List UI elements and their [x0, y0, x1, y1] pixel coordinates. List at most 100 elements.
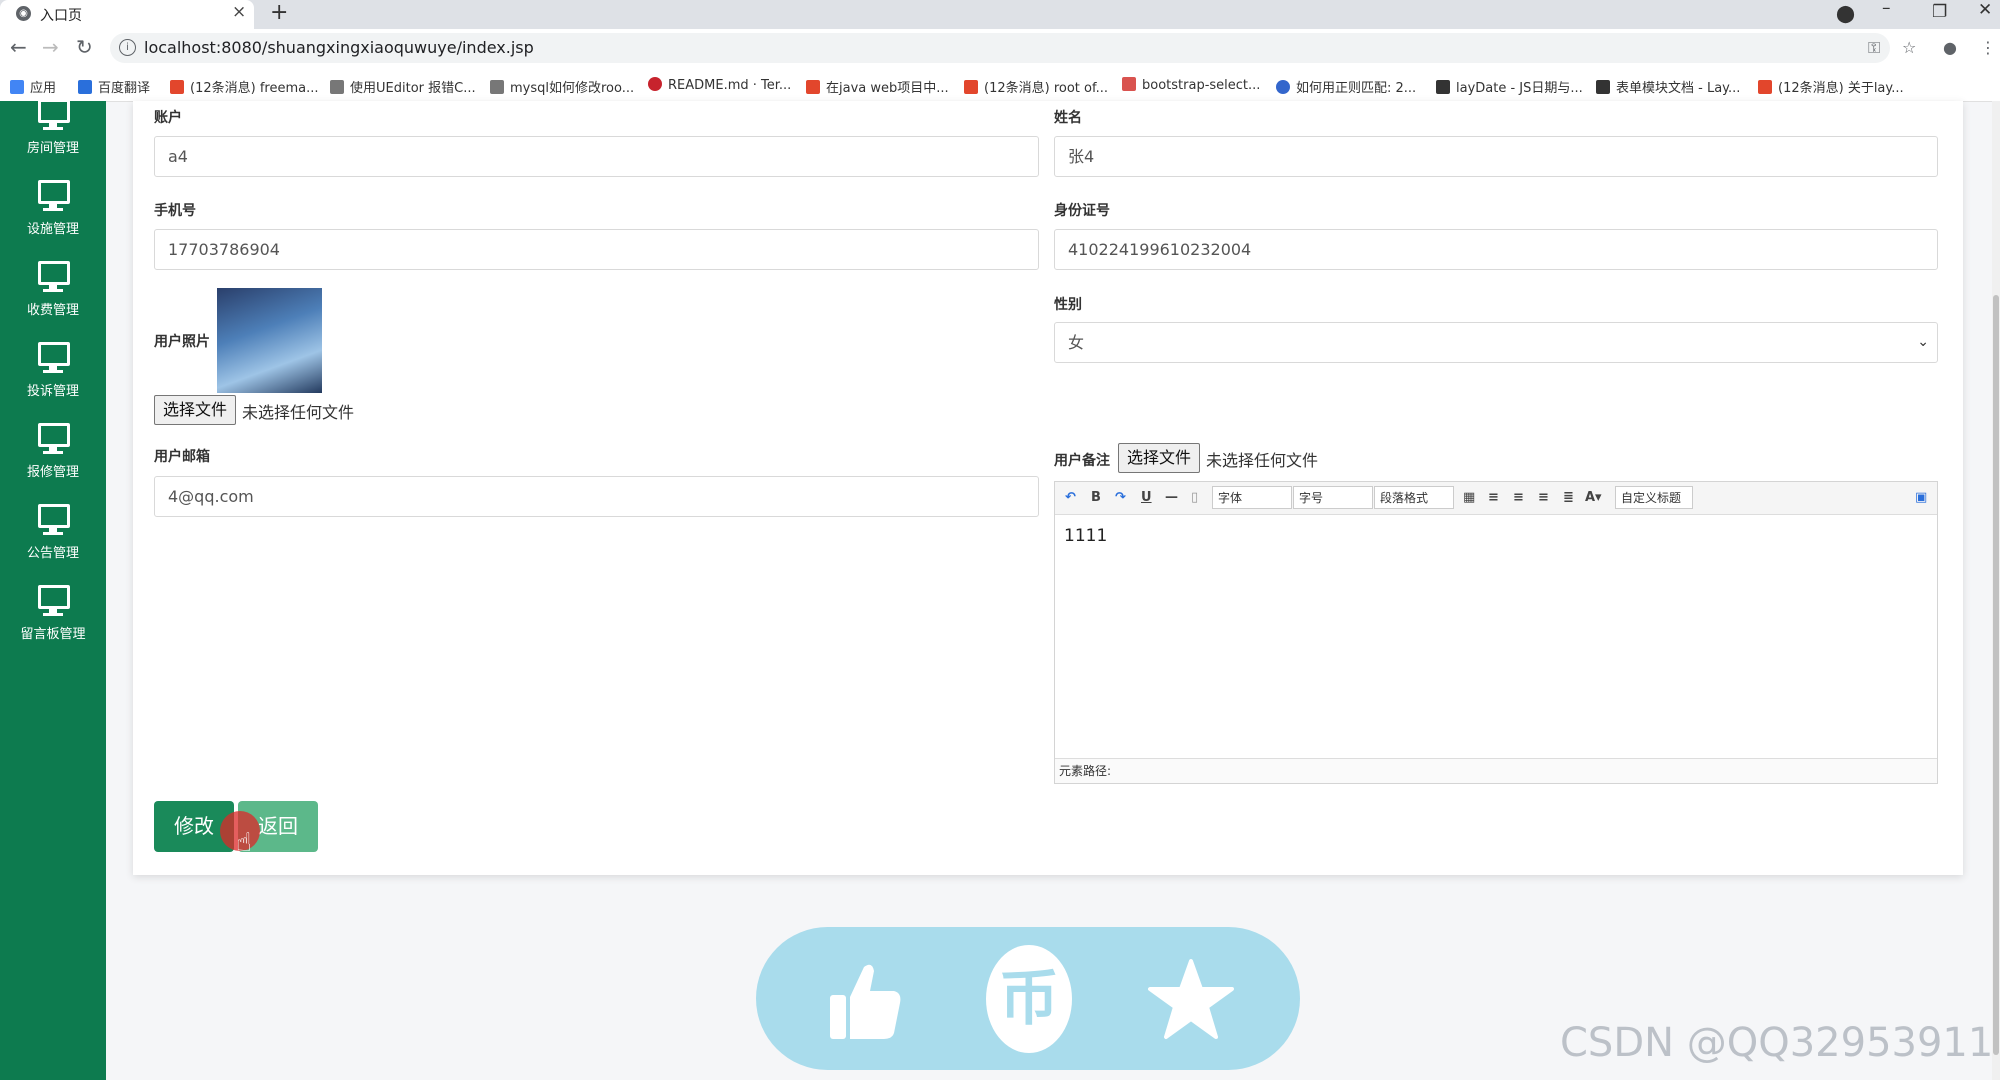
- info-icon[interactable]: i: [119, 39, 136, 56]
- bookmark-item[interactable]: 表单模块文档 - Lay...: [1596, 77, 1740, 96]
- bookmark-item[interactable]: (12条消息) freema...: [170, 77, 318, 96]
- tab-close-icon[interactable]: ×: [232, 2, 246, 22]
- profile-dropdown-icon[interactable]: ⬤: [1836, 4, 1855, 24]
- editor-content[interactable]: 1111: [1064, 526, 1107, 546]
- forward-arrow-icon[interactable]: →: [42, 35, 59, 59]
- csdn-icon: [1758, 80, 1772, 94]
- translate-icon: [78, 80, 92, 94]
- back-arrow-icon[interactable]: ←: [10, 35, 27, 59]
- menu-kebab-icon[interactable]: ⋮: [1980, 38, 1996, 57]
- align-left-icon[interactable]: ≡: [1488, 490, 1499, 505]
- custom-title-dropdown[interactable]: 自定义标题: [1615, 486, 1693, 509]
- url-text[interactable]: localhost:8080/shuangxingxiaoquwuye/inde…: [144, 38, 534, 57]
- globe-icon: ◉: [16, 6, 31, 21]
- sidebar-item-message-board[interactable]: 留言板管理: [0, 585, 106, 655]
- user-photo: [217, 288, 322, 393]
- font-size-dropdown[interactable]: 字号: [1293, 486, 1373, 509]
- sidebar-item-rooms[interactable]: 房间管理: [0, 99, 106, 169]
- new-tab-button[interactable]: +: [270, 0, 288, 25]
- monitor-icon: [38, 504, 70, 528]
- font-color-icon[interactable]: A▾: [1585, 490, 1602, 505]
- align-center-icon[interactable]: ≡: [1538, 490, 1549, 505]
- chevron-down-icon: ⌄: [1917, 334, 1929, 350]
- key-icon[interactable]: ⚿: [1868, 38, 1880, 58]
- bookmark-item[interactable]: layDate - JS日期与...: [1436, 77, 1583, 96]
- undo-icon[interactable]: ↶: [1065, 490, 1076, 505]
- font-dropdown[interactable]: 字体: [1212, 486, 1292, 509]
- layui-icon: [1596, 80, 1610, 94]
- email-label: 用户邮箱: [154, 449, 210, 465]
- bookmark-item[interactable]: 百度翻译: [78, 77, 150, 96]
- baidu-icon: [1276, 80, 1290, 94]
- sidebar-item-fees[interactable]: 收费管理: [0, 261, 106, 331]
- sidebar-item-repairs[interactable]: 报修管理: [0, 423, 106, 493]
- idcard-label: 身份证号: [1054, 203, 1110, 219]
- remark-label: 用户备注: [1054, 453, 1110, 469]
- choose-file-button[interactable]: 选择文件: [154, 395, 237, 425]
- gender-selected-value: 女: [1068, 333, 1085, 352]
- address-bar[interactable]: i localhost:8080/shuangxingxiaoquwuye/in…: [110, 33, 1890, 63]
- bookmark-item[interactable]: README.md · Ter...: [648, 77, 791, 93]
- paragraph-format-dropdown[interactable]: 段落格式: [1374, 486, 1454, 509]
- coin-icon[interactable]: 币: [986, 945, 1072, 1053]
- bookmark-item[interactable]: (12条消息) root of...: [964, 77, 1108, 96]
- photo-label: 用户照片: [154, 334, 210, 350]
- underline-icon[interactable]: U: [1141, 490, 1152, 505]
- fullscreen-icon[interactable]: ▣: [1915, 490, 1927, 505]
- thumbs-up-icon[interactable]: [822, 957, 908, 1043]
- bookmark-item[interactable]: 在java web项目中...: [806, 77, 949, 96]
- social-action-bubble: 币: [756, 927, 1300, 1070]
- restore-icon[interactable]: ❐: [1932, 2, 1947, 22]
- sidebar-item-label: 投诉管理: [26, 384, 79, 399]
- bookmark-apps[interactable]: 应用: [10, 77, 56, 96]
- tab-title: 入口页: [40, 8, 82, 24]
- align-right-icon[interactable]: ≡: [1513, 490, 1524, 505]
- scrollbar-thumb[interactable]: [1993, 295, 1999, 1055]
- csdn-icon: [806, 80, 820, 94]
- reload-icon[interactable]: ↻: [76, 35, 93, 59]
- remark-editor: ↶ B ↷ U — ▯ 字体 字号 段落格式 ▦ ≡ ≡ ≡ ≣ A▾ 自定义标…: [1054, 481, 1938, 784]
- bookmark-item[interactable]: bootstrap-select...: [1122, 77, 1260, 93]
- idcard-input[interactable]: 410224199610232004: [1054, 229, 1938, 270]
- remark-choose-file-button[interactable]: 选择文件: [1118, 443, 1201, 473]
- apps-grid-icon: [10, 80, 24, 94]
- close-window-icon[interactable]: ✕: [1978, 0, 1992, 20]
- align-justify-icon[interactable]: ≣: [1563, 490, 1574, 505]
- horizontal-rule-icon[interactable]: —: [1165, 490, 1178, 505]
- monitor-icon: [38, 423, 70, 447]
- file-status: 未选择任何文件: [242, 403, 355, 422]
- table-icon[interactable]: ▦: [1463, 490, 1475, 505]
- name-input[interactable]: 张4: [1054, 136, 1938, 177]
- browser-tab-strip: ◉ 入口页 × + ⬤ – ❐ ✕: [0, 0, 2000, 29]
- bookmark-item[interactable]: mysql如何修改roo...: [490, 77, 634, 96]
- bold-icon[interactable]: B: [1091, 490, 1101, 505]
- bookmark-star-icon[interactable]: ☆: [1902, 38, 1916, 57]
- editor-element-path: 元素路径:: [1055, 758, 1937, 783]
- gender-select[interactable]: 女 ⌄: [1054, 322, 1938, 363]
- gitee-icon: [648, 77, 662, 91]
- account-icon[interactable]: ●: [1943, 38, 1957, 57]
- sidebar-item-label: 房间管理: [26, 141, 79, 156]
- sidebar-item-label: 报修管理: [26, 465, 79, 480]
- bookmark-item[interactable]: 如何用正则匹配: 2...: [1276, 77, 1416, 96]
- hand-cursor-icon: ☝: [236, 828, 252, 858]
- bookmark-item[interactable]: 使用UEditor 报错C...: [330, 77, 476, 96]
- monitor-icon: [38, 261, 70, 285]
- document-icon[interactable]: ▯: [1191, 490, 1198, 505]
- account-input[interactable]: a4: [154, 136, 1039, 177]
- sidebar-item-announcements[interactable]: 公告管理: [0, 504, 106, 574]
- sidebar: 房间管理 设施管理 收费管理 投诉管理 报修管理 公告管理 留言板管理: [0, 99, 106, 1080]
- minimize-icon[interactable]: –: [1882, 0, 1891, 18]
- sidebar-item-label: 公告管理: [26, 546, 79, 561]
- sidebar-item-complaints[interactable]: 投诉管理: [0, 342, 106, 412]
- browser-tab[interactable]: ◉ 入口页 ×: [0, 0, 254, 29]
- redo-icon[interactable]: ↷: [1115, 490, 1126, 505]
- csdn-icon: [170, 80, 184, 94]
- bookmark-item[interactable]: (12条消息) 关于lay...: [1758, 77, 1904, 96]
- monitor-icon: [38, 99, 70, 123]
- phone-input[interactable]: 17703786904: [154, 229, 1039, 270]
- star-icon[interactable]: [1148, 957, 1234, 1043]
- monitor-icon: [38, 342, 70, 366]
- email-input[interactable]: 4@qq.com: [154, 476, 1039, 517]
- sidebar-item-facilities[interactable]: 设施管理: [0, 180, 106, 250]
